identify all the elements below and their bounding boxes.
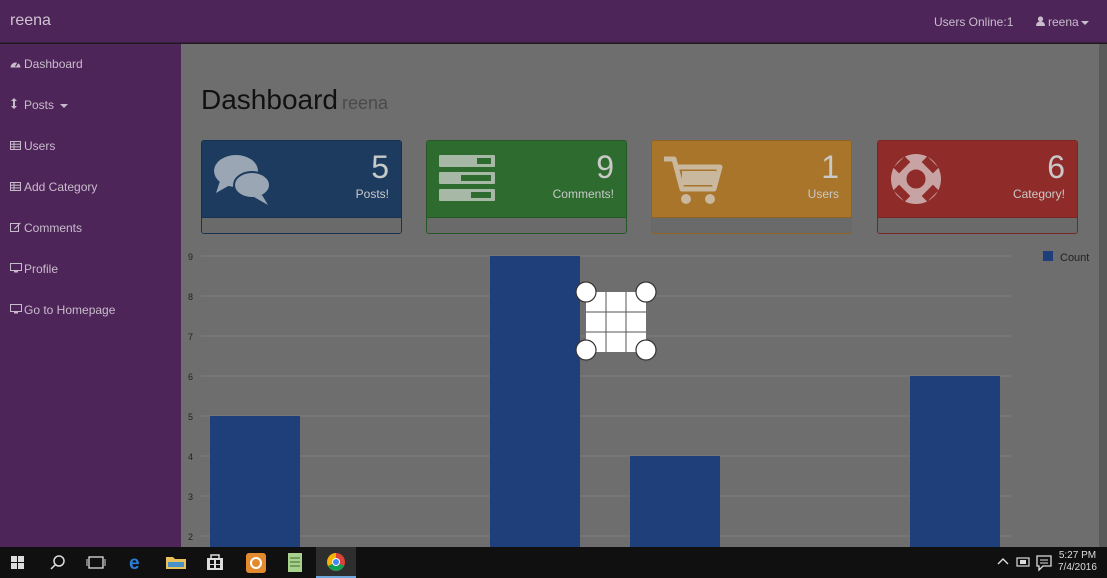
- bar-posts: [210, 416, 300, 547]
- task-view-button[interactable]: [76, 547, 116, 578]
- panel-footer[interactable]: [878, 217, 1077, 233]
- posts-panel[interactable]: 5 Posts!: [201, 140, 402, 234]
- page-subtitle: reena: [341, 93, 389, 113]
- svg-text:e: e: [129, 553, 140, 574]
- comments-label: Comments!: [552, 187, 614, 201]
- y-tick-label: 6: [188, 372, 193, 382]
- y-tick-label: 2: [188, 532, 193, 542]
- caret-down-icon: [1080, 20, 1089, 25]
- legend-label: Count: [1060, 252, 1089, 264]
- top-navbar: reena Users Online:1 reena: [0, 0, 1107, 43]
- folder-icon: [166, 557, 186, 569]
- file-explorer-button[interactable]: [156, 547, 196, 578]
- notification-icon: [1036, 555, 1052, 572]
- sidebar-item-label: Users: [24, 139, 56, 153]
- user-menu-label: reena: [1048, 15, 1079, 29]
- brand-link[interactable]: reena: [10, 12, 51, 30]
- show-hidden-icons-button[interactable]: [993, 547, 1013, 578]
- y-tick-label: 9: [188, 252, 193, 262]
- clock-date: 7/4/2016: [1058, 562, 1097, 573]
- table-icon: [10, 141, 24, 153]
- sidebar: Dashboard Posts Users Add Category Comme…: [0, 44, 181, 547]
- users-online-text: Users Online:1: [934, 15, 1014, 29]
- desktop-icon: [10, 304, 24, 317]
- sidebar-item-profile[interactable]: Profile: [10, 262, 58, 282]
- edge-icon: e: [129, 553, 140, 574]
- panel-footer[interactable]: [652, 217, 851, 233]
- y-tick-label: 7: [188, 332, 193, 342]
- sidebar-item-label: Dashboard: [24, 57, 83, 71]
- network-status-button[interactable]: [1012, 547, 1034, 578]
- users-count: 1: [821, 149, 839, 185]
- dashboard-icon: [10, 59, 24, 71]
- network-icon: [1016, 557, 1030, 567]
- sidebar-item-users[interactable]: Users: [10, 139, 55, 159]
- comments-icon: [212, 151, 274, 207]
- sidebar-item-add-category[interactable]: Add Category: [10, 180, 97, 200]
- sidebar-item-label: Posts: [24, 98, 55, 112]
- sidebar-item-label: Add Category: [24, 180, 98, 194]
- user-icon: [1036, 15, 1045, 29]
- tasks-icon: [437, 151, 499, 207]
- sidebar-item-label: Comments: [24, 221, 83, 235]
- sidebar-item-go-to-homepage[interactable]: Go to Homepage: [10, 303, 115, 323]
- start-button[interactable]: [0, 547, 40, 578]
- edit-icon: [10, 222, 24, 235]
- notepad-icon: [288, 553, 302, 572]
- category-panel[interactable]: 6 Category!: [877, 140, 1078, 234]
- y-tick-label: 4: [188, 452, 193, 462]
- notepad-button[interactable]: [275, 547, 315, 578]
- search-icon: [50, 555, 65, 570]
- sidebar-item-label: Go to Homepage: [24, 303, 116, 317]
- legend-swatch: [1043, 251, 1053, 261]
- category-label: Category!: [1012, 187, 1065, 201]
- life-ring-icon: [888, 151, 950, 207]
- users-panel[interactable]: 1 Users: [651, 140, 852, 234]
- sidebar-item-posts[interactable]: Posts: [10, 98, 69, 118]
- bar-category: [910, 376, 1000, 547]
- bar-comments: [490, 256, 580, 547]
- action-center-button[interactable]: [1033, 547, 1055, 578]
- vertical-scrollbar[interactable]: [1099, 44, 1107, 547]
- search-button[interactable]: [38, 547, 78, 578]
- desktop-icon: [10, 263, 24, 276]
- bar-users: [630, 456, 720, 547]
- app-icon: [246, 553, 266, 573]
- chrome-icon: [327, 553, 345, 571]
- windows-logo-icon: [11, 556, 24, 569]
- store-icon: [207, 554, 223, 570]
- shopping-cart-icon: [662, 151, 724, 207]
- users-label: Users: [807, 187, 839, 201]
- edge-browser-button[interactable]: e: [116, 547, 156, 578]
- caret-down-icon: [60, 103, 69, 108]
- resize-handle-widget[interactable]: [575, 281, 657, 363]
- comments-panel[interactable]: 9 Comments!: [426, 140, 627, 234]
- taskbar-clock[interactable]: 5:27 PM 7/4/2016: [1058, 550, 1097, 574]
- clock-time: 5:27 PM: [1058, 550, 1097, 561]
- y-tick-label: 8: [188, 292, 193, 302]
- table-icon: [10, 182, 24, 194]
- arrows-v-icon: [10, 98, 24, 112]
- category-count: 6: [1047, 149, 1065, 185]
- comments-count: 9: [596, 149, 614, 185]
- sidebar-item-label: Profile: [24, 262, 59, 276]
- app-button[interactable]: [236, 547, 276, 578]
- y-tick-label: 3: [188, 492, 193, 502]
- panel-footer[interactable]: [427, 217, 626, 233]
- windows-taskbar: e 5:27 PM 7/4/2016: [0, 547, 1107, 578]
- user-menu-dropdown[interactable]: reena: [1036, 15, 1089, 29]
- panel-footer[interactable]: [202, 217, 401, 233]
- task-view-icon: [86, 556, 106, 569]
- sidebar-item-comments[interactable]: Comments: [10, 221, 82, 241]
- chrome-button[interactable]: [316, 547, 356, 578]
- page-title-text: Dashboard: [201, 84, 338, 115]
- page-title: Dashboard reena: [201, 84, 388, 116]
- store-button[interactable]: [195, 547, 235, 578]
- y-tick-label: 5: [188, 412, 193, 422]
- posts-label: Posts!: [355, 187, 389, 201]
- chevron-up-icon: [997, 558, 1009, 565]
- sidebar-item-dashboard[interactable]: Dashboard: [10, 57, 83, 77]
- posts-count: 5: [371, 149, 389, 185]
